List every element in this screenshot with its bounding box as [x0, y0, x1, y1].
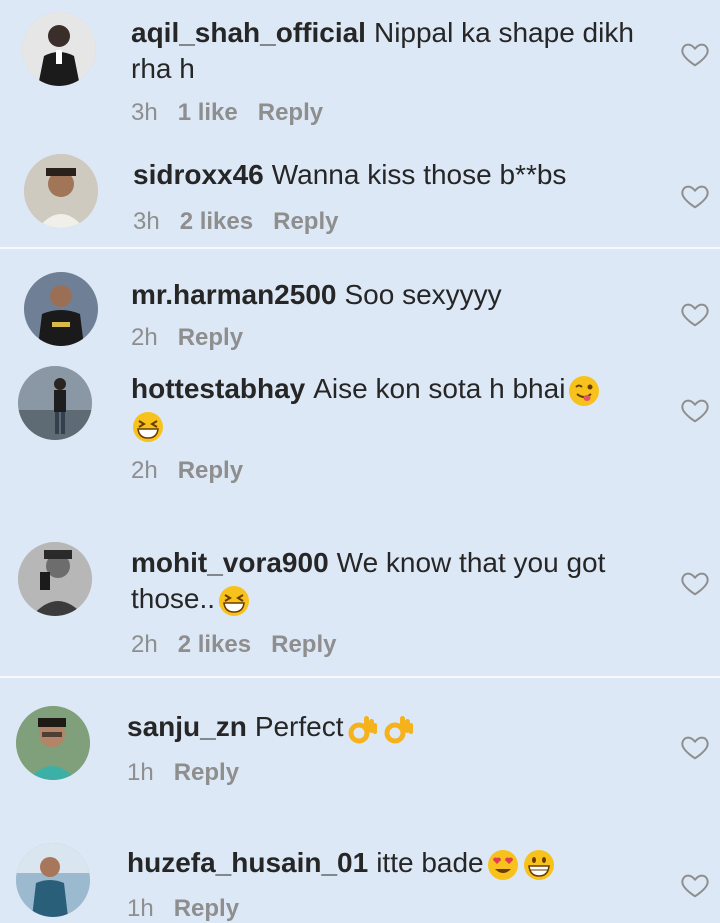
comment-text: Wanna kiss those b**bs [271, 159, 567, 190]
comment-body: mohit_vora900 We know that you got those.… [131, 545, 651, 618]
reply-button[interactable]: Reply [174, 759, 239, 787]
comment-body: mr.harman2500 Soo sexyyyy [131, 277, 651, 313]
comment-meta: 3h 1 like Reply [131, 99, 323, 127]
comment-body: hottestabhay Aise kon sota h bhai [131, 371, 651, 444]
comment-meta: 1h Reply [127, 895, 239, 923]
comment-time: 1h [127, 759, 154, 786]
reply-button[interactable]: Reply [258, 99, 323, 127]
comment-time: 2h [131, 631, 158, 658]
grinning-emoji-icon [522, 848, 556, 882]
comment-time: 2h [131, 324, 158, 351]
heart-outline-icon[interactable] [680, 732, 710, 762]
reply-button[interactable]: Reply [178, 457, 243, 485]
winking-tongue-emoji-icon [567, 374, 601, 408]
comment-body: sidroxx46 Wanna kiss those b**bs [133, 157, 653, 193]
comment-time: 2h [131, 457, 158, 484]
heart-eyes-emoji-icon [486, 848, 520, 882]
comment-text: Aise kon sota h bhai [313, 373, 566, 404]
comment-username[interactable]: sanju_zn [127, 711, 247, 742]
comment-meta: 2h Reply [131, 457, 243, 485]
comment-likes[interactable]: 2 likes [178, 631, 251, 659]
section-divider [0, 676, 720, 678]
comment-time: 3h [133, 208, 160, 235]
reply-button[interactable]: Reply [174, 895, 239, 923]
heart-outline-icon[interactable] [680, 870, 710, 900]
comment-meta: 1h Reply [127, 759, 239, 787]
ok-hand-emoji-icon [346, 712, 380, 746]
comment-time: 1h [127, 895, 154, 922]
reply-button[interactable]: Reply [178, 324, 243, 352]
comment-meta: 2h Reply [131, 324, 243, 352]
comment-text: Perfect [254, 711, 344, 742]
comment-likes[interactable]: 2 likes [180, 208, 253, 236]
comment-username[interactable]: sidroxx46 [133, 159, 264, 190]
avatar[interactable] [24, 272, 98, 346]
comment-text: Soo sexyyyy [344, 279, 502, 310]
comment-meta: 2h 2 likes Reply [131, 631, 336, 659]
avatar[interactable] [18, 366, 92, 440]
comment-body: huzefa_husain_01 itte bade [127, 845, 647, 882]
heart-outline-icon[interactable] [680, 181, 710, 211]
avatar[interactable] [16, 843, 90, 917]
comment-body: sanju_zn Perfect [127, 709, 647, 746]
comment-username[interactable]: mohit_vora900 [131, 547, 329, 578]
ok-hand-emoji-icon [382, 712, 416, 746]
comment-username[interactable]: huzefa_husain_01 [127, 847, 368, 878]
comment-time: 3h [131, 99, 158, 126]
reply-button[interactable]: Reply [271, 631, 336, 659]
comment-body: aqil_shah_official Nippal ka shape dikh r… [131, 15, 651, 87]
grinning-squinting-emoji-icon [131, 410, 165, 444]
comment-text: itte bade [376, 847, 484, 878]
grinning-squinting-emoji-icon [217, 584, 251, 618]
comment-username[interactable]: hottestabhay [131, 373, 305, 404]
comment-username[interactable]: mr.harman2500 [131, 279, 336, 310]
comment-likes[interactable]: 1 like [178, 99, 238, 127]
avatar[interactable] [22, 12, 96, 86]
avatar[interactable] [16, 706, 90, 780]
avatar[interactable] [24, 154, 98, 228]
heart-outline-icon[interactable] [680, 39, 710, 69]
heart-outline-icon[interactable] [680, 568, 710, 598]
reply-button[interactable]: Reply [273, 208, 338, 236]
avatar[interactable] [18, 542, 92, 616]
comment-username[interactable]: aqil_shah_official [131, 17, 366, 48]
heart-outline-icon[interactable] [680, 395, 710, 425]
heart-outline-icon[interactable] [680, 299, 710, 329]
section-divider [0, 247, 720, 249]
comment-meta: 3h 2 likes Reply [133, 208, 338, 236]
